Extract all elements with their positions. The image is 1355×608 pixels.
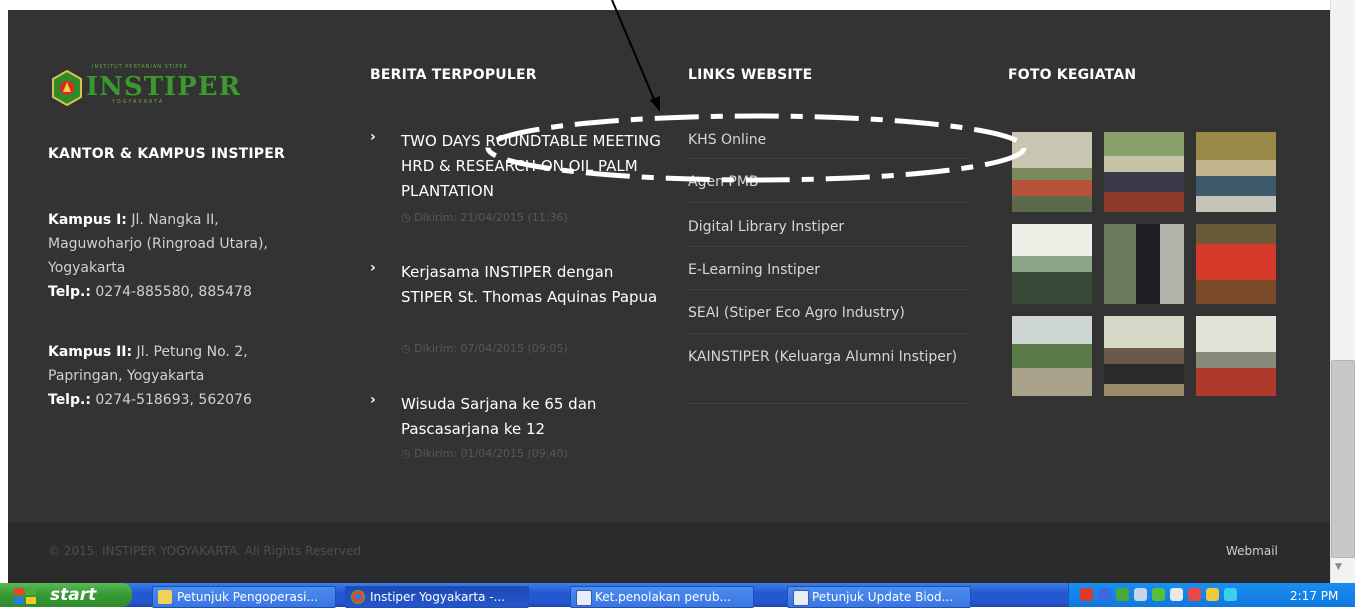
taskbar-button-browser[interactable]: Instiper Yogyakarta -... — [345, 586, 529, 608]
taskbar-clock[interactable]: 2:17 PM — [1290, 589, 1338, 603]
link-agen-pmb[interactable]: Agen PMB — [688, 170, 968, 203]
tray-app-icon[interactable] — [1116, 588, 1129, 601]
activity-photo[interactable] — [1104, 316, 1184, 396]
taskbar-button-folder[interactable]: Petunjuk Pengoperasi... — [152, 586, 336, 608]
news-date: ◷ Dikirim: 07/04/2015 (09:05) — [401, 342, 568, 355]
chevron-right-icon: › — [370, 129, 376, 145]
word-document-icon — [793, 590, 809, 606]
volume-icon[interactable] — [1170, 588, 1183, 601]
activity-photo[interactable] — [1196, 224, 1276, 304]
activity-photo[interactable] — [1196, 132, 1276, 212]
campus1-label: Kampus I: — [48, 212, 127, 228]
scrollbar-thumb[interactable] — [1331, 360, 1355, 558]
links-heading: LINKS WEBSITE — [688, 67, 813, 83]
taskbar-button-document[interactable]: Ket.penolakan perub... — [570, 586, 754, 608]
link-digital-library[interactable]: Digital Library Instiper — [688, 215, 968, 247]
chevron-right-icon: › — [370, 260, 376, 276]
campus2-line2: Papringan, Yogyakarta — [48, 368, 205, 384]
photos-heading: FOTO KEGIATAN — [1008, 67, 1137, 83]
office-heading: KANTOR & KAMPUS INSTIPER — [48, 146, 285, 162]
campus2-line1: Jl. Petung No. 2, — [132, 344, 248, 360]
activity-photo[interactable] — [1012, 316, 1092, 396]
link-e-learning[interactable]: E-Learning Instiper — [688, 258, 968, 290]
tray-app-icon[interactable] — [1152, 588, 1165, 601]
activity-photo[interactable] — [1104, 132, 1184, 212]
news-date: ◷ Dikirim: 21/04/2015 (11:36) — [401, 211, 568, 224]
clock-icon: ◷ — [401, 342, 415, 355]
scroll-down-arrow-icon[interactable]: ▼ — [1335, 562, 1342, 572]
campus1-phone-label: Telp.: — [48, 284, 91, 300]
news-title[interactable]: TWO DAYS ROUNDTABLE MEETING HRD & RESEAR… — [401, 129, 661, 204]
campus2-phone: 0274-518693, 562076 — [90, 392, 252, 408]
taskbar-button-document[interactable]: Petunjuk Update Biod... — [787, 586, 971, 608]
webmail-link[interactable]: Webmail — [1226, 544, 1278, 558]
instiper-logo[interactable]: INSTITUT PERTANIAN STIPER INSTIPER YOGYA… — [52, 64, 242, 108]
news-date: ◷ Dikirim: 01/04/2015 (09:40) — [401, 447, 568, 460]
news-title[interactable]: Kerjasama INSTIPER dengan STIPER St. Tho… — [401, 260, 661, 310]
activity-photo[interactable] — [1104, 224, 1184, 304]
logo-subtitle-bottom: YOGYAKARTA — [112, 99, 165, 105]
campus2-address: Kampus II: Jl. Petung No. 2, Papringan, … — [48, 340, 252, 412]
chevron-right-icon: › — [370, 392, 376, 408]
tray-app-icon[interactable] — [1206, 588, 1219, 601]
campus1-line2: Maguwoharjo (Ringroad Utara), — [48, 236, 268, 252]
activity-photo[interactable] — [1012, 132, 1092, 212]
tray-app-icon[interactable] — [1224, 588, 1237, 601]
start-label: start — [50, 585, 97, 605]
folder-icon — [158, 590, 172, 604]
logo-text: INSTIPER — [86, 72, 242, 102]
crest-icon — [52, 70, 82, 106]
word-document-icon — [576, 590, 592, 606]
tray-app-icon[interactable] — [1188, 588, 1201, 601]
campus1-line1: Jl. Nangka II, — [126, 212, 219, 228]
windows-flag-icon — [14, 588, 36, 604]
antivirus-icon[interactable] — [1080, 588, 1093, 601]
link-kainstiper[interactable]: KAINSTIPER (Keluarga Alumni Instiper) — [688, 345, 968, 404]
logo-subtitle-top: INSTITUT PERTANIAN STIPER — [92, 64, 188, 70]
campus1-line3: Yogyakarta — [48, 260, 126, 276]
campus2-phone-label: Telp.: — [48, 392, 91, 408]
link-khs-online[interactable]: KHS Online — [688, 128, 968, 159]
copyright-text: © 2015. INSTIPER YOGYAKARTA. All Rights … — [48, 544, 361, 558]
activity-photo[interactable] — [1012, 224, 1092, 304]
campus2-label: Kampus II: — [48, 344, 133, 360]
clock-icon: ◷ — [401, 211, 415, 224]
campus1-address: Kampus I: Jl. Nangka II, Maguwoharjo (Ri… — [48, 208, 268, 304]
news-title[interactable]: Wisuda Sarjana ke 65 dan Pascasarjana ke… — [401, 392, 661, 442]
news-heading: BERITA TERPOPULER — [370, 67, 537, 83]
network-icon[interactable] — [1098, 588, 1111, 601]
campus1-phone: 0274-885580, 885478 — [90, 284, 252, 300]
tray-app-icon[interactable] — [1134, 588, 1147, 601]
clock-icon: ◷ — [401, 447, 415, 460]
chrome-icon — [351, 590, 365, 604]
activity-photo[interactable] — [1196, 316, 1276, 396]
link-seai[interactable]: SEAI (Stiper Eco Agro Industry) — [688, 301, 968, 334]
